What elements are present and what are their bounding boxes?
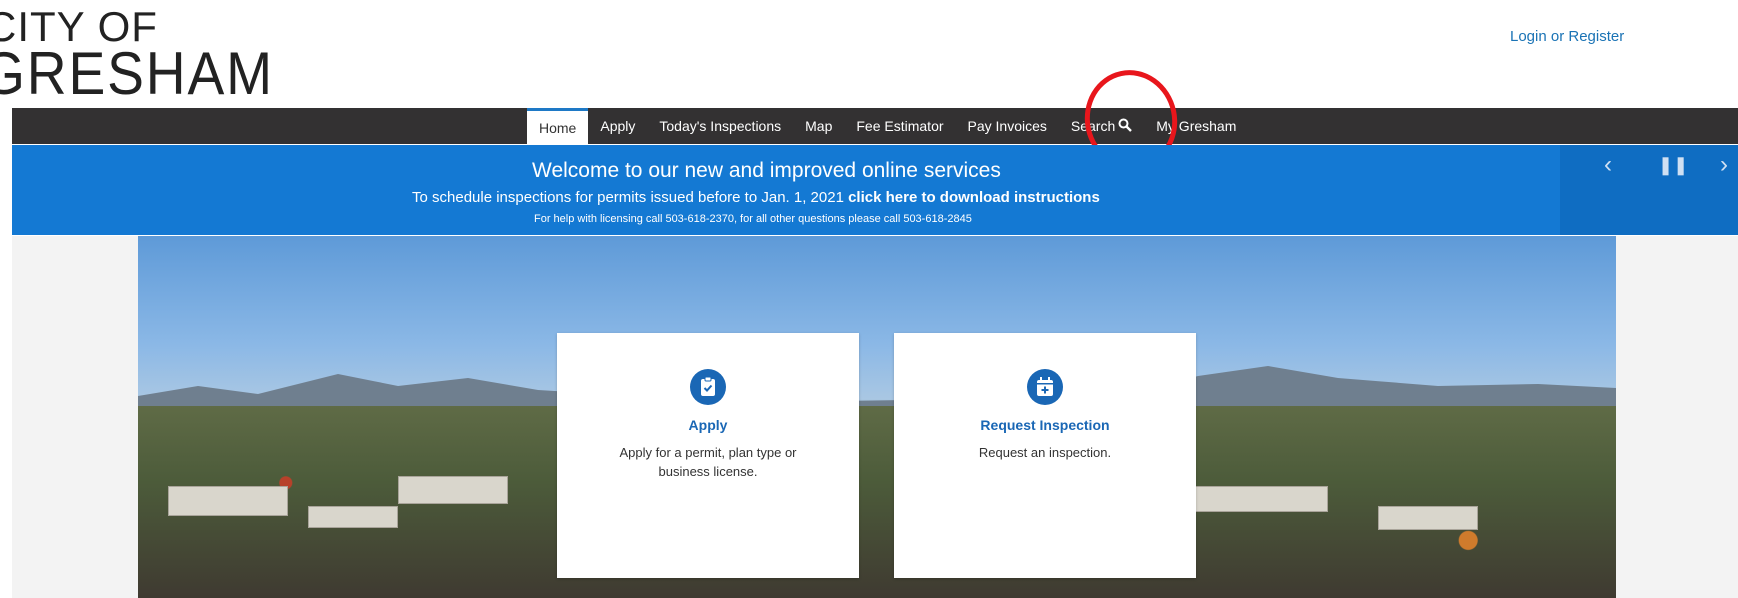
request-inspection-card[interactable]: Request Inspection Request an inspection… — [894, 333, 1196, 578]
banner-instructions: To schedule inspections for permits issu… — [412, 189, 1100, 206]
login-register-link[interactable]: Login or Register — [1510, 28, 1624, 45]
announcement-banner: Welcome to our new and improved online s… — [12, 145, 1738, 235]
town-graphic — [138, 406, 1616, 598]
nav-item-fee-estimator[interactable]: Fee Estimator — [844, 108, 955, 144]
banner-controls: ‹ ❚❚ › — [1560, 145, 1738, 235]
pause-icon[interactable]: ❚❚ — [1658, 155, 1688, 176]
banner-help-text: For help with licensing call 503-618-237… — [534, 213, 972, 225]
nav-item-todays-inspections[interactable]: Today's Inspections — [647, 108, 793, 144]
city-logo[interactable]: CITY OF GRESHAM — [0, 6, 310, 98]
nav-items: Home Apply Today's Inspections Map Fee E… — [527, 108, 1248, 144]
chevron-left-icon[interactable]: ‹ — [1604, 151, 1612, 179]
logo-line-gresham: GRESHAM — [0, 40, 274, 99]
building — [308, 506, 398, 528]
calendar-plus-icon — [1027, 369, 1063, 405]
nav-item-search[interactable]: Search — [1059, 108, 1144, 144]
nav-item-pay-invoices[interactable]: Pay Invoices — [956, 108, 1059, 144]
hero-city-image — [138, 236, 1616, 598]
search-icon — [1118, 118, 1133, 135]
apply-card[interactable]: Apply Apply for a permit, plan type or b… — [557, 333, 859, 578]
nav-item-home[interactable]: Home — [527, 108, 589, 144]
apply-card-title[interactable]: Apply — [557, 417, 859, 433]
building — [168, 486, 288, 516]
nav-item-my-gresham[interactable]: My Gresham — [1144, 108, 1248, 144]
main-navbar: Home Apply Today's Inspections Map Fee E… — [12, 108, 1738, 144]
request-inspection-card-title[interactable]: Request Inspection — [894, 417, 1196, 433]
building — [1178, 486, 1328, 512]
download-instructions-link[interactable]: click here to download instructions — [848, 189, 1100, 206]
apply-card-description: Apply for a permit, plan type or busines… — [619, 445, 797, 479]
banner-instructions-text: To schedule inspections for permits issu… — [412, 189, 849, 206]
banner-title: Welcome to our new and improved online s… — [532, 159, 1001, 182]
nav-item-map[interactable]: Map — [793, 108, 844, 144]
building — [1378, 506, 1478, 530]
building — [398, 476, 508, 504]
clipboard-check-icon — [690, 369, 726, 405]
chevron-right-icon[interactable]: › — [1720, 151, 1728, 179]
nav-search-label: Search — [1070, 118, 1116, 134]
nav-item-apply[interactable]: Apply — [588, 108, 647, 144]
request-inspection-card-description: Request an inspection. — [978, 445, 1112, 460]
